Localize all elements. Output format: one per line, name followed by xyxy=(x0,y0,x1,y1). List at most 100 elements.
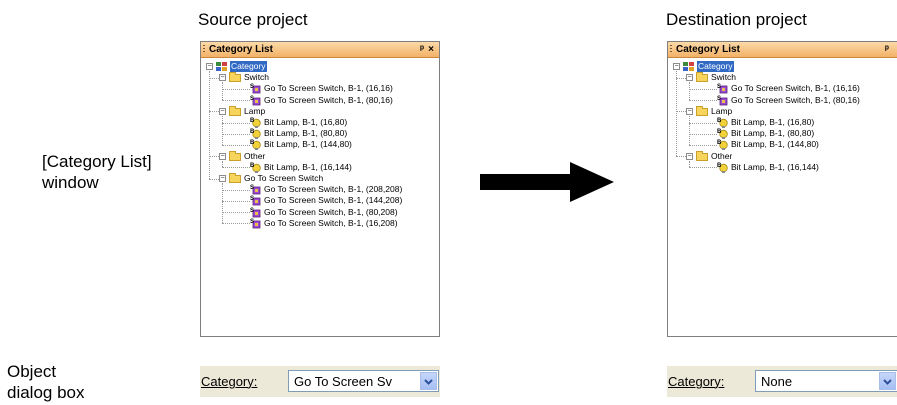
tree-connector xyxy=(689,160,690,168)
tree-connector xyxy=(209,156,219,158)
pin-icon[interactable]: ᵖ xyxy=(885,42,889,57)
bit-lamp-icon: B xyxy=(717,129,728,140)
category-list-window-label-line2: window xyxy=(42,173,99,192)
screen-switch-icon: S xyxy=(250,219,261,229)
source-category-combo[interactable]: Go To Screen Sv xyxy=(288,370,439,392)
folder-icon xyxy=(696,105,708,116)
tree-category-node[interactable]: − Other xyxy=(668,150,897,162)
tree-connector xyxy=(689,144,717,146)
tree-connector xyxy=(209,77,219,79)
svg-text:S: S xyxy=(717,84,721,90)
tree-category-node[interactable]: − Lamp xyxy=(668,105,897,117)
svg-text:B: B xyxy=(250,163,255,169)
collapse-toggle-icon[interactable]: − xyxy=(219,74,226,82)
svg-text:B: B xyxy=(717,118,722,124)
category-list-window-label: [Category List] window xyxy=(42,151,152,193)
tree-category-node[interactable]: − Switch xyxy=(201,72,439,83)
tree-category-node[interactable]: − Go To Screen Switch xyxy=(201,173,439,184)
category-label: Lamp xyxy=(244,105,266,116)
pin-icon[interactable]: ᵖ xyxy=(420,42,424,57)
tree-category-node[interactable]: − Lamp xyxy=(201,105,439,117)
destination-project-caption: Destination project xyxy=(666,10,807,29)
object-dialog-box-label-line2: dialog box xyxy=(7,383,85,402)
tree-connector xyxy=(222,100,250,102)
source-panel-title: Category List xyxy=(209,44,273,55)
destination-dropdown-button[interactable] xyxy=(879,372,896,390)
screen-switch-icon: S xyxy=(717,96,728,105)
collapse-toggle-icon[interactable]: − xyxy=(686,152,693,160)
source-category-value: Go To Screen Sv xyxy=(294,374,393,389)
destination-category-tree: − Category − Switch S Go To Screen Switch, B-… xyxy=(668,58,897,336)
tree-category-node[interactable]: − Other xyxy=(201,150,439,162)
svg-text:S: S xyxy=(250,84,254,90)
category-root-icon xyxy=(683,62,694,71)
collapse-toggle-icon[interactable]: − xyxy=(686,107,693,115)
tree-connector xyxy=(222,133,250,135)
svg-text:S: S xyxy=(250,96,254,102)
category-label: Switch xyxy=(711,72,737,83)
tree-root[interactable]: − Category xyxy=(668,61,897,72)
object-label: Go To Screen Switch, B-1, (208,208) xyxy=(264,184,403,195)
folder-icon xyxy=(696,150,708,161)
tree-connector xyxy=(222,144,250,146)
tree-root-label: Category xyxy=(697,61,734,72)
tree-connector xyxy=(222,115,223,145)
tree-connector xyxy=(209,71,210,179)
bit-lamp-icon: B xyxy=(250,140,261,151)
folder-icon xyxy=(229,173,241,183)
chevron-down-icon xyxy=(424,379,433,385)
tree-connector xyxy=(676,71,677,157)
category-label: Go To Screen Switch xyxy=(244,173,324,183)
tree-connector xyxy=(222,212,250,214)
folder-icon xyxy=(696,72,708,83)
tree-connector xyxy=(222,223,250,225)
source-category-list-panel: Category List ᵖ × − Category − Switch S Go To… xyxy=(200,41,440,337)
object-label: Go To Screen Switch, B-1, (16,16) xyxy=(264,83,393,94)
screen-switch-icon: S xyxy=(717,84,728,94)
tree-connector xyxy=(689,88,717,90)
bit-lamp-icon: B xyxy=(717,118,728,128)
category-label: Lamp xyxy=(711,105,733,116)
screen-switch-icon: S xyxy=(250,208,261,217)
folder-icon xyxy=(229,72,241,83)
category-label: Other xyxy=(711,150,733,161)
collapse-toggle-icon[interactable]: − xyxy=(219,152,226,160)
object-label: Go To Screen Switch, B-1, (80,208) xyxy=(264,206,398,217)
tree-connector xyxy=(689,100,717,102)
destination-category-value: None xyxy=(761,374,793,389)
object-label: Bit Lamp, B-1, (80,80) xyxy=(264,128,348,139)
object-label: Go To Screen Switch, B-1, (16,16) xyxy=(731,83,860,94)
collapse-toggle-icon[interactable]: − xyxy=(673,63,680,70)
tree-connector xyxy=(689,122,717,124)
object-label: Bit Lamp, B-1, (16,80) xyxy=(731,117,815,127)
svg-text:B: B xyxy=(717,140,722,146)
tree-category-node[interactable]: − Switch xyxy=(668,72,897,83)
collapse-toggle-icon[interactable]: − xyxy=(219,107,226,115)
tree-connector xyxy=(689,115,690,145)
drag-grip-icon[interactable] xyxy=(203,45,205,54)
tree-root-label: Category xyxy=(230,61,267,72)
tree-root[interactable]: − Category xyxy=(201,61,439,72)
screen-switch-icon: S xyxy=(250,185,261,195)
source-category-tree: − Category − Switch S Go To Screen Switch, B-… xyxy=(201,58,439,336)
tree-connector xyxy=(222,200,250,202)
source-dropdown-button[interactable] xyxy=(420,372,437,390)
close-icon[interactable]: × xyxy=(428,42,434,57)
tree-connector xyxy=(676,156,686,158)
svg-text:B: B xyxy=(717,129,722,135)
tree-connector xyxy=(222,189,250,191)
destination-category-combo[interactable]: None xyxy=(755,370,897,392)
folder-icon xyxy=(229,150,241,161)
collapse-toggle-icon[interactable]: − xyxy=(686,74,693,82)
drag-grip-icon[interactable] xyxy=(670,45,672,54)
tree-connector xyxy=(209,111,219,113)
destination-category-label: Category: xyxy=(668,374,725,389)
svg-text:B: B xyxy=(717,163,722,169)
collapse-toggle-icon[interactable]: − xyxy=(219,175,226,182)
category-list-window-label-line1: [Category List] xyxy=(42,152,152,171)
svg-text:B: B xyxy=(250,140,255,146)
category-label: Other xyxy=(244,150,266,161)
svg-text:S: S xyxy=(250,219,254,225)
tree-connector xyxy=(222,160,223,168)
collapse-toggle-icon[interactable]: − xyxy=(206,63,213,70)
